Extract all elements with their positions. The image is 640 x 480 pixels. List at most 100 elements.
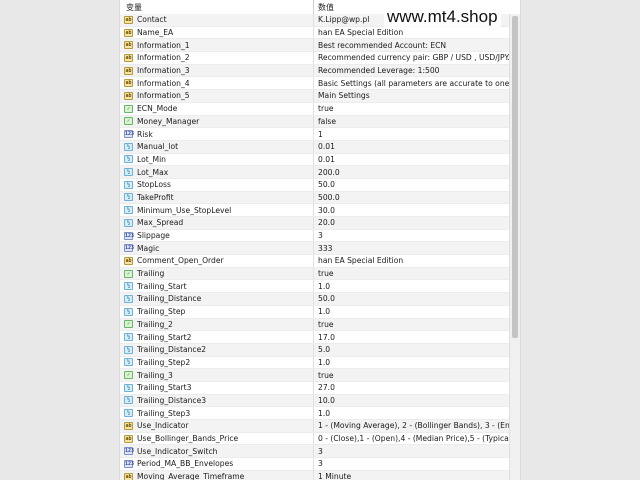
parameter-name-cell[interactable]: ab Contact xyxy=(120,14,314,26)
parameter-name-cell[interactable]: ab Comment_Open_Order xyxy=(120,255,314,267)
table-row[interactable]: 123 Magic 333 xyxy=(120,242,510,256)
parameter-value[interactable]: 0.01 xyxy=(314,141,510,153)
parameter-value[interactable]: 1.0 xyxy=(314,306,510,318)
table-row[interactable]: ½ Trailing_Start3 27.0 xyxy=(120,381,510,395)
parameter-name-cell[interactable]: ½ Minimum_Use_StopLevel xyxy=(120,204,314,216)
parameter-name-cell[interactable]: 123 Magic xyxy=(120,242,314,255)
parameter-name-cell[interactable]: ab Information_2 xyxy=(120,52,314,64)
parameter-value[interactable]: Basic Settings (all parameters are accur… xyxy=(314,77,510,89)
parameter-name-cell[interactable]: ✓ Trailing_2 xyxy=(120,318,314,331)
parameter-name-cell[interactable]: ½ Trailing_Start xyxy=(120,280,314,293)
parameter-name-cell[interactable]: 123 Slippage xyxy=(120,229,314,242)
table-row[interactable]: ½ Trailing_Step2 1.0 xyxy=(120,356,510,370)
parameter-value[interactable]: Best recommended Account: ECN xyxy=(314,39,510,51)
table-row[interactable]: ✓ ECN_Mode true xyxy=(120,102,510,116)
parameter-value[interactable]: 5.0 xyxy=(314,344,510,356)
table-row[interactable]: ✓ Trailing_3 true xyxy=(120,369,510,382)
table-row[interactable]: 123 Risk 1 xyxy=(120,128,510,141)
parameter-value[interactable]: 27.0 xyxy=(314,382,510,394)
column-header-variable[interactable]: 变量 xyxy=(120,0,314,14)
parameter-name-cell[interactable]: ½ Lot_Min xyxy=(120,153,314,166)
parameter-value[interactable]: han EA Special Edition xyxy=(314,27,510,39)
table-row[interactable]: ½ Max_Spread 20.0 xyxy=(120,217,510,230)
parameter-name-cell[interactable]: 123 Risk xyxy=(120,128,314,140)
table-row[interactable]: ab Moving_Average_Timeframe 1 Minute xyxy=(120,470,510,480)
parameter-value[interactable]: true xyxy=(314,369,510,381)
parameter-name-cell[interactable]: ½ TakeProfit xyxy=(120,191,314,204)
parameter-name-cell[interactable]: ½ StopLoss xyxy=(120,178,314,191)
parameter-name-cell[interactable]: ½ Trailing_Distance2 xyxy=(120,343,314,356)
parameter-name-cell[interactable]: ✓ Trailing_3 xyxy=(120,369,314,381)
vertical-scrollbar[interactable] xyxy=(509,14,520,480)
table-row[interactable]: 123 Period_MA_BB_Envelopes 3 xyxy=(120,458,510,471)
parameter-value[interactable]: 500.0 xyxy=(314,192,510,204)
table-row[interactable]: ½ Trailing_Distance 50.0 xyxy=(120,293,510,306)
parameter-name-cell[interactable]: ½ Manual_lot xyxy=(120,140,314,153)
parameter-name-cell[interactable]: ab Use_Bollinger_Bands_Price xyxy=(120,432,314,445)
table-row[interactable]: ½ Trailing_Step 1.0 xyxy=(120,305,510,319)
parameter-name-cell[interactable]: ½ Max_Spread xyxy=(120,217,314,229)
table-row[interactable]: ab Use_Bollinger_Bands_Price 0 - (Close),1… xyxy=(120,432,510,446)
parameter-name-cell[interactable]: ab Use_Indicator xyxy=(120,420,314,432)
parameter-value[interactable]: 333 xyxy=(314,242,510,254)
parameter-name-cell[interactable]: 123 Use_Indicator_Switch xyxy=(120,445,314,458)
parameter-value[interactable]: Main Settings xyxy=(314,90,510,102)
table-row[interactable]: 123 Use_Indicator_Switch 3 xyxy=(120,445,510,459)
parameter-value[interactable]: 1 - (Moving Average), 2 - (Bollinger Ban… xyxy=(314,420,510,432)
parameter-value[interactable]: true xyxy=(314,103,510,115)
parameter-name-cell[interactable]: ✓ ECN_Mode xyxy=(120,102,314,115)
parameter-name-cell[interactable]: ½ Trailing_Distance3 xyxy=(120,394,314,407)
table-row[interactable]: ab Information_3 Recommended Leverage: 1:5… xyxy=(120,64,510,78)
parameter-name-cell[interactable]: ½ Trailing_Start3 xyxy=(120,381,314,394)
parameter-name-cell[interactable]: ✓ Money_Manager xyxy=(120,115,314,128)
table-row[interactable]: ½ Manual_lot 0.01 xyxy=(120,140,510,154)
parameter-value[interactable]: 3 xyxy=(314,458,510,470)
table-row[interactable]: ✓ Trailing_2 true xyxy=(120,318,510,332)
parameter-value[interactable]: 20.0 xyxy=(314,217,510,229)
parameter-name-cell[interactable]: ab Information_4 xyxy=(120,77,314,90)
table-row[interactable]: ½ Trailing_Start 1.0 xyxy=(120,280,510,294)
parameter-value[interactable]: 17.0 xyxy=(314,331,510,343)
parameter-value[interactable]: Recommended currency pair: GBP / USD , U… xyxy=(314,52,510,64)
parameter-value[interactable]: false xyxy=(314,116,510,128)
parameter-name-cell[interactable]: ½ Trailing_Step2 xyxy=(120,356,314,369)
table-row[interactable]: 123 Slippage 3 xyxy=(120,229,510,243)
parameter-name-cell[interactable]: ½ Trailing_Start2 xyxy=(120,331,314,343)
table-row[interactable]: ½ StopLoss 50.0 xyxy=(120,178,510,192)
parameter-value[interactable]: han EA Special Edition xyxy=(314,255,510,267)
parameter-value[interactable]: 3 xyxy=(314,445,510,457)
table-row[interactable]: ab Information_1 Best recommended Account:… xyxy=(120,39,510,53)
parameter-name-cell[interactable]: 123 Period_MA_BB_Envelopes xyxy=(120,458,314,470)
parameter-value[interactable]: 1 Minute xyxy=(314,471,510,480)
parameter-value[interactable]: 1.0 xyxy=(314,280,510,292)
parameter-value[interactable]: 1.0 xyxy=(314,357,510,369)
parameter-value[interactable]: 0 - (Close),1 - (Open),4 - (Median Price… xyxy=(314,433,510,445)
table-row[interactable]: ½ Trailing_Start2 17.0 xyxy=(120,331,510,344)
table-row[interactable]: ab Name_EA han EA Special Edition xyxy=(120,26,510,40)
parameter-name-cell[interactable]: ½ Trailing_Step xyxy=(120,305,314,318)
table-row[interactable]: ✓ Money_Manager false xyxy=(120,115,510,129)
parameter-value[interactable]: 30.0 xyxy=(314,204,510,216)
parameter-value[interactable]: 1.0 xyxy=(314,407,510,419)
parameter-name-cell[interactable]: ab Information_1 xyxy=(120,39,314,52)
parameter-value[interactable]: 3 xyxy=(314,230,510,242)
parameter-value[interactable]: Recommended Leverage: 1:500 xyxy=(314,65,510,77)
parameter-name-cell[interactable]: ½ Lot_Max xyxy=(120,166,314,178)
parameter-value[interactable]: 50.0 xyxy=(314,293,510,305)
table-row[interactable]: ½ Trailing_Distance3 10.0 xyxy=(120,394,510,408)
table-row[interactable]: ½ Lot_Min 0.01 xyxy=(120,153,510,167)
parameter-name-cell[interactable]: ½ Trailing_Distance xyxy=(120,293,314,305)
parameter-value[interactable]: true xyxy=(314,268,510,280)
table-row[interactable]: ab Information_4 Basic Settings (all param… xyxy=(120,77,510,91)
table-row[interactable]: ½ Minimum_Use_StopLevel 30.0 xyxy=(120,204,510,217)
parameter-name-cell[interactable]: ✓ Trailing xyxy=(120,267,314,280)
parameter-name-cell[interactable]: ab Information_5 xyxy=(120,90,314,102)
parameter-value[interactable]: 1 xyxy=(314,128,510,140)
parameter-value[interactable]: 0.01 xyxy=(314,154,510,166)
table-row[interactable]: ab Information_2 Recommended currency pair… xyxy=(120,52,510,65)
table-row[interactable]: ab Information_5 Main Settings xyxy=(120,90,510,103)
parameter-value[interactable]: 200.0 xyxy=(314,166,510,178)
table-row[interactable]: ½ Trailing_Step3 1.0 xyxy=(120,407,510,420)
table-row[interactable]: ½ TakeProfit 500.0 xyxy=(120,191,510,205)
parameter-name-cell[interactable]: ab Information_3 xyxy=(120,64,314,77)
